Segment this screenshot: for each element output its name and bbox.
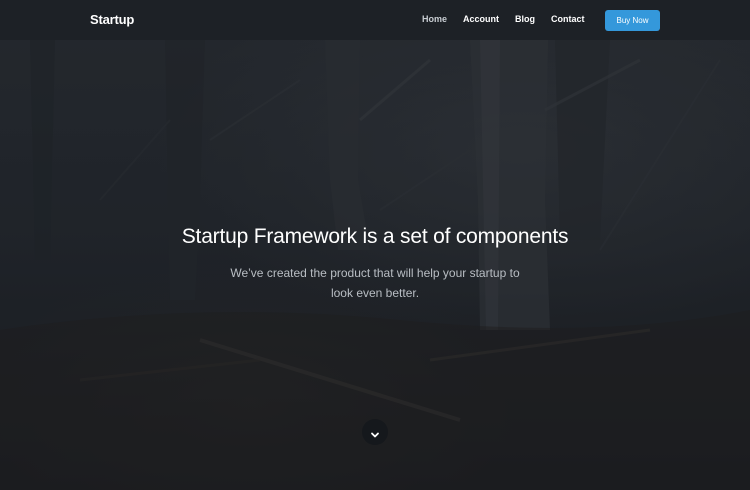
nav-link-contact[interactable]: Contact [551, 14, 585, 24]
hero-title: Startup Framework is a set of components [181, 225, 569, 248]
brand-logo[interactable]: Startup [90, 12, 134, 27]
top-navbar: Startup Home Account Blog Contact Buy No… [0, 0, 750, 40]
scroll-down-button[interactable] [362, 419, 388, 445]
chevron-down-icon [370, 427, 380, 438]
nav-link-account[interactable]: Account [463, 14, 499, 24]
hero-subtitle: We’ve created the product that will help… [230, 266, 520, 300]
nav-link-blog[interactable]: Blog [515, 14, 535, 24]
landing-page: Startup Home Account Blog Contact Buy No… [0, 0, 750, 490]
nav-link-home[interactable]: Home [422, 14, 447, 24]
nav-links: Home Account Blog Contact [422, 14, 601, 24]
buy-now-button[interactable]: Buy Now [605, 10, 660, 31]
